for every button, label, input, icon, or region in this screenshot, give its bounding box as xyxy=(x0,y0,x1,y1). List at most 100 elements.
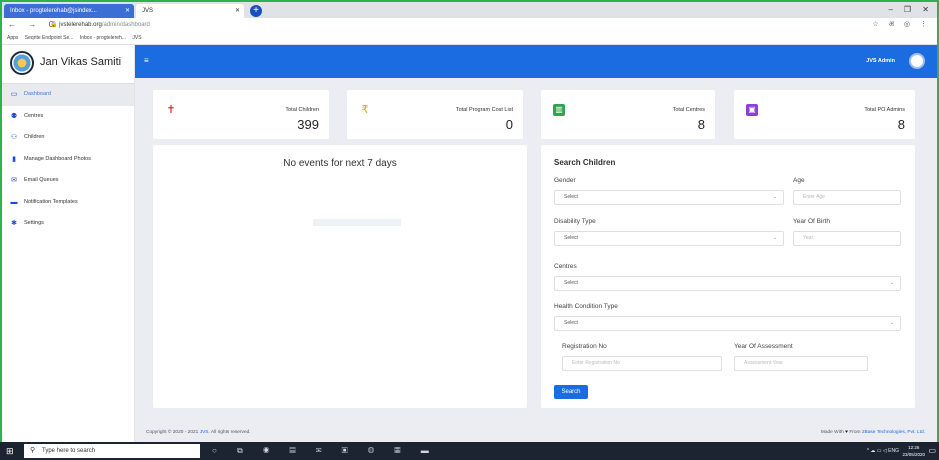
envelope-icon: ✉ xyxy=(11,177,17,184)
stat-label: Total Program Cost List xyxy=(455,107,513,113)
copyright-brand-link[interactable]: JVS xyxy=(200,430,209,435)
admin-user-label[interactable]: JVS Admin xyxy=(866,57,895,65)
stat-value: 8 xyxy=(897,117,905,132)
windows-start-icon[interactable]: ⊞ xyxy=(6,446,16,456)
made-with-mid: From xyxy=(849,430,861,435)
centres-label: Centres xyxy=(554,263,577,270)
main-content: ✝ Total Children 399 ₹ Total Program Cos… xyxy=(135,78,937,442)
taskbar-search-placeholder: Type here to search xyxy=(42,448,96,454)
bookmark-item[interactable]: JVS xyxy=(132,35,141,41)
sidebar-item-manage-dashboard-photos[interactable]: ▮ Manage Dashboard Photos xyxy=(2,149,134,171)
url-path: /admin/dashboard xyxy=(101,22,150,28)
health-condition-label: Health Condition Type xyxy=(554,303,618,310)
disability-type-select[interactable]: Select ⌄ xyxy=(554,231,784,246)
copyright-text: Copyright © 2020 - 2021 JVS. All rights … xyxy=(146,424,251,442)
stat-label: Total Children xyxy=(285,107,319,113)
sidebar-item-label: Centres xyxy=(24,112,44,119)
stat-value: 0 xyxy=(505,117,513,132)
url-input[interactable]: 🔒 jvstelerehab.org/admin/dashboard xyxy=(50,18,150,32)
person-card-icon: ▣ xyxy=(746,104,758,116)
close-icon[interactable]: ✕ xyxy=(125,4,130,18)
brand-name: Jan Vikas Samiti xyxy=(40,56,122,68)
search-panel-title: Search Children xyxy=(554,158,616,167)
search-button[interactable]: Search xyxy=(554,385,588,399)
new-tab-icon[interactable]: + xyxy=(250,5,262,17)
sidebar-item-label: Notification Templates xyxy=(24,198,78,205)
chevron-down-icon: ⌄ xyxy=(772,194,777,200)
avatar[interactable] xyxy=(909,53,925,69)
window-close-icon[interactable]: ✕ xyxy=(922,2,929,18)
stat-card-total-children[interactable]: ✝ Total Children 399 xyxy=(153,90,329,139)
chat-icon: ▬ xyxy=(10,198,18,206)
bookmark-item[interactable]: Inbox - progtelereh... xyxy=(80,35,126,41)
browser-tab-jvs[interactable]: JVS ✕ xyxy=(136,4,244,18)
copyright-suffix: . All rights reserved. xyxy=(208,430,251,435)
sidebar-item-email-queues[interactable]: ✉ Email Queues xyxy=(2,170,134,192)
sidebar-item-label: Dashboard xyxy=(24,91,51,97)
age-input[interactable]: Enter Age xyxy=(793,190,901,205)
chevron-down-icon: ⌄ xyxy=(772,235,777,241)
sidebar-item-centres[interactable]: ⚉ Centres xyxy=(2,106,134,128)
gender-value: Select xyxy=(564,194,578,200)
clock-time: 12:26 xyxy=(908,445,920,450)
tab-label: Inbox - progtelerehab@jsindex... xyxy=(10,8,97,14)
browser-action-icons[interactable]: ☆ अ ◎ ⋮ xyxy=(872,18,931,32)
sidebar: Jan Vikas Samiti ▭ Dashboard ⚉ Centres ⚇ Ch… xyxy=(2,45,135,442)
sidebar-item-settings[interactable]: ✱ Settings xyxy=(2,213,134,235)
system-tray[interactable]: ^ ☁ ▭ ◁ ENG xyxy=(867,444,899,458)
year-of-birth-input[interactable]: Year xyxy=(793,231,901,246)
hamburger-menu-icon[interactable]: ≡ xyxy=(144,57,154,65)
centres-value: Select xyxy=(564,280,578,286)
sidebar-menu: ▭ Dashboard ⚉ Centres ⚇ Children ▮ Manage Da… xyxy=(2,84,134,235)
monitor-icon: ▭ xyxy=(10,91,18,98)
health-condition-value: Select xyxy=(564,320,578,326)
search-children-panel: Search Children Gender Select ⌄ Age Enter… xyxy=(541,145,915,408)
company-link[interactable]: 2Base Technologies, Pvt. Ltd. xyxy=(862,430,925,435)
sidebar-item-children[interactable]: ⚇ Children xyxy=(2,127,134,149)
events-empty-message: No events for next 7 days xyxy=(283,158,397,169)
gear-icon: ✱ xyxy=(11,220,17,227)
child-figure-icon: ✝ xyxy=(166,104,176,116)
top-bar: ≡ JVS Admin xyxy=(135,45,937,78)
gender-select[interactable]: Select ⌄ xyxy=(554,190,784,205)
taskbar-search-input[interactable]: ⚲ Type here to search xyxy=(24,444,200,458)
stat-card-total-centres[interactable]: ▥ Total Centres 8 xyxy=(541,90,715,139)
taskbar: ⊞ ⚲ Type here to search ○ ⧉ ◉ ▤ ✉ ▣ ◍ ▦ … xyxy=(0,442,939,460)
logo-icon xyxy=(10,51,34,75)
notification-icon[interactable]: ▭ xyxy=(928,446,936,456)
year-of-assessment-label: Year Of Assessment xyxy=(734,343,793,350)
year-of-assessment-input[interactable]: Assessment Year xyxy=(734,356,868,371)
footer: Copyright © 2020 - 2021 JVS. All rights … xyxy=(135,424,937,442)
minimize-icon[interactable]: – xyxy=(889,2,893,18)
browser-tab-bar: Inbox - progtelerehab@jsindex... ✕ JVS ✕… xyxy=(2,2,937,18)
browser-tab-inbox[interactable]: Inbox - progtelerehab@jsindex... ✕ xyxy=(4,4,134,18)
registration-no-label: Registration No xyxy=(562,343,607,350)
maximize-icon[interactable]: ❐ xyxy=(904,2,911,18)
sidebar-item-dashboard[interactable]: ▭ Dashboard xyxy=(2,84,134,106)
events-panel: No events for next 7 days xyxy=(153,145,527,408)
file-icon: ▮ xyxy=(12,155,16,163)
made-with-prefix: Made With xyxy=(820,430,844,435)
heart-icon: ♥ xyxy=(845,430,848,435)
taskbar-app-icons[interactable]: ○ ⧉ ◉ ▤ ✉ ▣ ◍ ▦ ▬ xyxy=(212,445,438,457)
brand[interactable]: Jan Vikas Samiti xyxy=(2,45,134,84)
stat-value: 8 xyxy=(697,117,705,132)
disability-type-label: Disability Type xyxy=(554,218,596,225)
sidebar-item-label: Email Queues xyxy=(24,177,59,183)
close-icon[interactable]: ✕ xyxy=(235,4,240,18)
bookmark-item[interactable]: Seqrite Endpoint Se... xyxy=(25,35,74,41)
stat-card-total-po-admins[interactable]: ▣ Total PO Admins 8 xyxy=(734,90,915,139)
copyright-prefix: Copyright © 2020 - 2021 xyxy=(146,430,199,435)
chevron-down-icon: ⌄ xyxy=(889,280,894,286)
sidebar-item-label: Manage Dashboard Photos xyxy=(24,155,91,162)
stat-card-total-program-cost[interactable]: ₹ Total Program Cost List 0 xyxy=(347,90,523,139)
chevron-down-icon: ⌄ xyxy=(889,320,894,326)
search-icon: ⚲ xyxy=(30,447,36,454)
clock[interactable]: 12:26 23/05/2020 xyxy=(902,444,925,458)
bookmark-item[interactable]: Apps xyxy=(7,35,18,41)
rupee-icon: ₹ xyxy=(361,104,369,116)
centres-select[interactable]: Select ⌄ xyxy=(554,276,901,291)
health-condition-select[interactable]: Select ⌄ xyxy=(554,316,901,331)
registration-no-input[interactable]: Enter Registration No xyxy=(562,356,722,371)
sidebar-item-notification-templates[interactable]: ▬ Notification Templates xyxy=(2,192,134,214)
